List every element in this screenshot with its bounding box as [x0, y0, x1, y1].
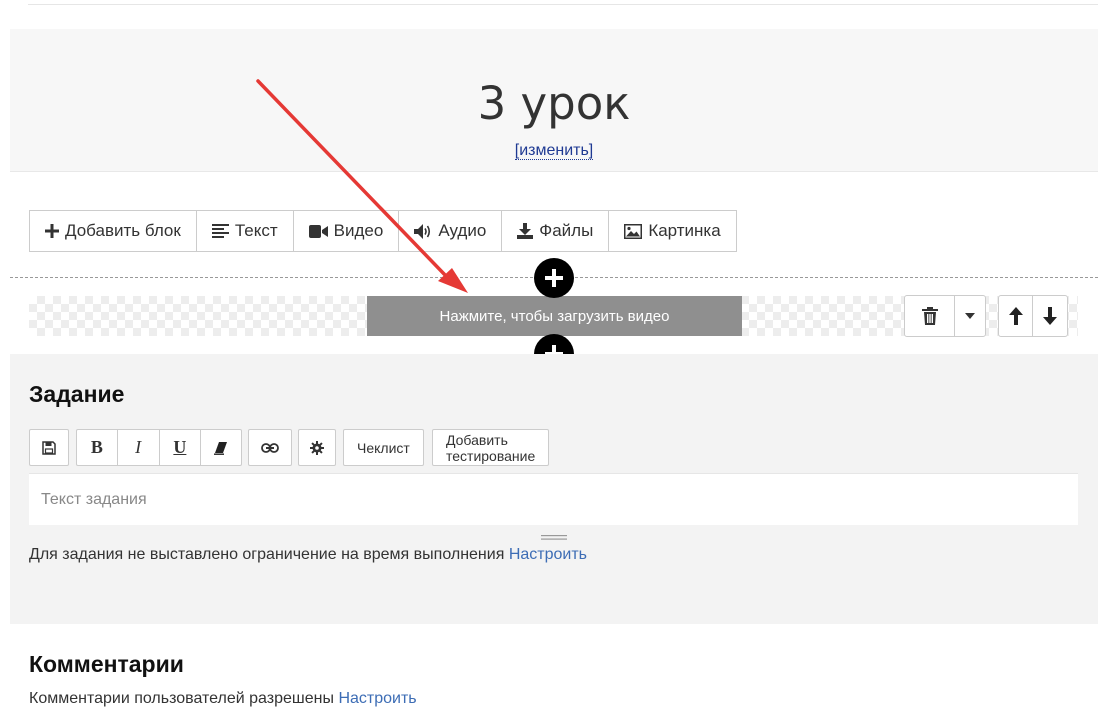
- save-group: [29, 429, 69, 466]
- settings-group: [298, 429, 336, 466]
- audio-block-button[interactable]: Аудио: [399, 211, 503, 251]
- time-limit-text: Для задания не выставлено ограничение на…: [29, 546, 505, 563]
- format-group: B I U: [76, 429, 242, 466]
- top-divider: [28, 4, 1098, 5]
- floppy-disk-icon: [42, 440, 56, 455]
- arrow-down-icon: [1043, 307, 1057, 325]
- settings-button[interactable]: [299, 430, 335, 465]
- insert-block-above-button[interactable]: [534, 258, 574, 298]
- clear-format-button[interactable]: [201, 430, 241, 465]
- italic-label: I: [135, 437, 142, 457]
- plus-icon: [45, 224, 59, 238]
- text-block-button[interactable]: Текст: [197, 211, 294, 251]
- files-block-button[interactable]: Файлы: [502, 211, 610, 251]
- audio-block-label: Аудио: [438, 221, 487, 240]
- arrow-up-icon: [1008, 307, 1023, 325]
- task-heading: Задание: [29, 381, 125, 407]
- checklist-group: Чеклист: [343, 429, 424, 466]
- lesson-header: 3 урок [изменить]: [10, 29, 1098, 172]
- bold-button[interactable]: B: [77, 430, 118, 465]
- edit-title-link-wrap: [изменить]: [10, 142, 1098, 160]
- block-move-group: [998, 295, 1068, 337]
- insert-link-button[interactable]: [249, 430, 291, 465]
- move-block-down-button[interactable]: [1033, 296, 1067, 336]
- add-test-label: Добавить тестирование: [446, 431, 536, 464]
- edit-title-link[interactable]: [изменить]: [514, 142, 594, 160]
- task-text-input[interactable]: [29, 473, 1078, 525]
- text-lines-icon: [211, 224, 229, 238]
- image-block-label: Картинка: [648, 221, 721, 240]
- add-block-button[interactable]: Добавить блок: [30, 211, 197, 251]
- comments-heading: Комментарии: [29, 651, 184, 677]
- add-test-group: Добавить тестирование: [432, 429, 550, 466]
- video-camera-icon: [308, 224, 328, 238]
- video-block-button[interactable]: Видео: [294, 211, 400, 251]
- files-block-label: Файлы: [539, 221, 594, 240]
- image-block-button[interactable]: Картинка: [609, 211, 735, 251]
- bold-label: B: [90, 437, 103, 457]
- italic-button[interactable]: I: [118, 430, 160, 465]
- save-button[interactable]: [30, 430, 68, 465]
- link-icon: [261, 442, 279, 453]
- resize-handle[interactable]: [541, 528, 567, 540]
- add-block-label: Добавить блок: [65, 221, 181, 240]
- block-menu-dropdown[interactable]: [955, 296, 985, 336]
- underline-label: U: [173, 437, 187, 457]
- block-toolbar: Добавить блок Текст Видео Аудио Файлы Ка…: [29, 210, 737, 252]
- comments-status-text: Комментарии пользователей разрешены: [29, 690, 334, 707]
- underline-button[interactable]: U: [160, 430, 202, 465]
- time-limit-configure-link[interactable]: Настроить: [509, 546, 587, 563]
- block-actions-group: [904, 295, 986, 337]
- time-limit-info: Для задания не выставлено ограничение на…: [29, 546, 587, 564]
- comments-info: Комментарии пользователей разрешены Наст…: [29, 690, 417, 708]
- delete-block-button[interactable]: [905, 296, 955, 336]
- image-icon: [624, 223, 643, 239]
- speaker-icon: [414, 223, 432, 239]
- comments-configure-link[interactable]: Настроить: [338, 690, 416, 707]
- add-test-button[interactable]: Добавить тестирование: [433, 430, 548, 465]
- upload-video-label: Нажмите, чтобы загрузить видео: [439, 307, 670, 325]
- link-group: [248, 429, 292, 466]
- lesson-title: 3 урок: [477, 77, 631, 130]
- move-block-up-button[interactable]: [999, 296, 1033, 336]
- plus-icon: [544, 268, 564, 288]
- download-icon: [517, 223, 534, 239]
- caret-down-icon: [965, 313, 975, 319]
- checklist-button[interactable]: Чеклист: [344, 430, 423, 465]
- eraser-icon: [214, 441, 228, 455]
- gear-icon: [310, 440, 324, 455]
- upload-video-button[interactable]: Нажмите, чтобы загрузить видео: [367, 296, 742, 336]
- video-block-label: Видео: [333, 221, 384, 240]
- text-block-label: Текст: [234, 221, 278, 240]
- checklist-label: Чеклист: [357, 439, 410, 456]
- trash-icon: [921, 307, 938, 325]
